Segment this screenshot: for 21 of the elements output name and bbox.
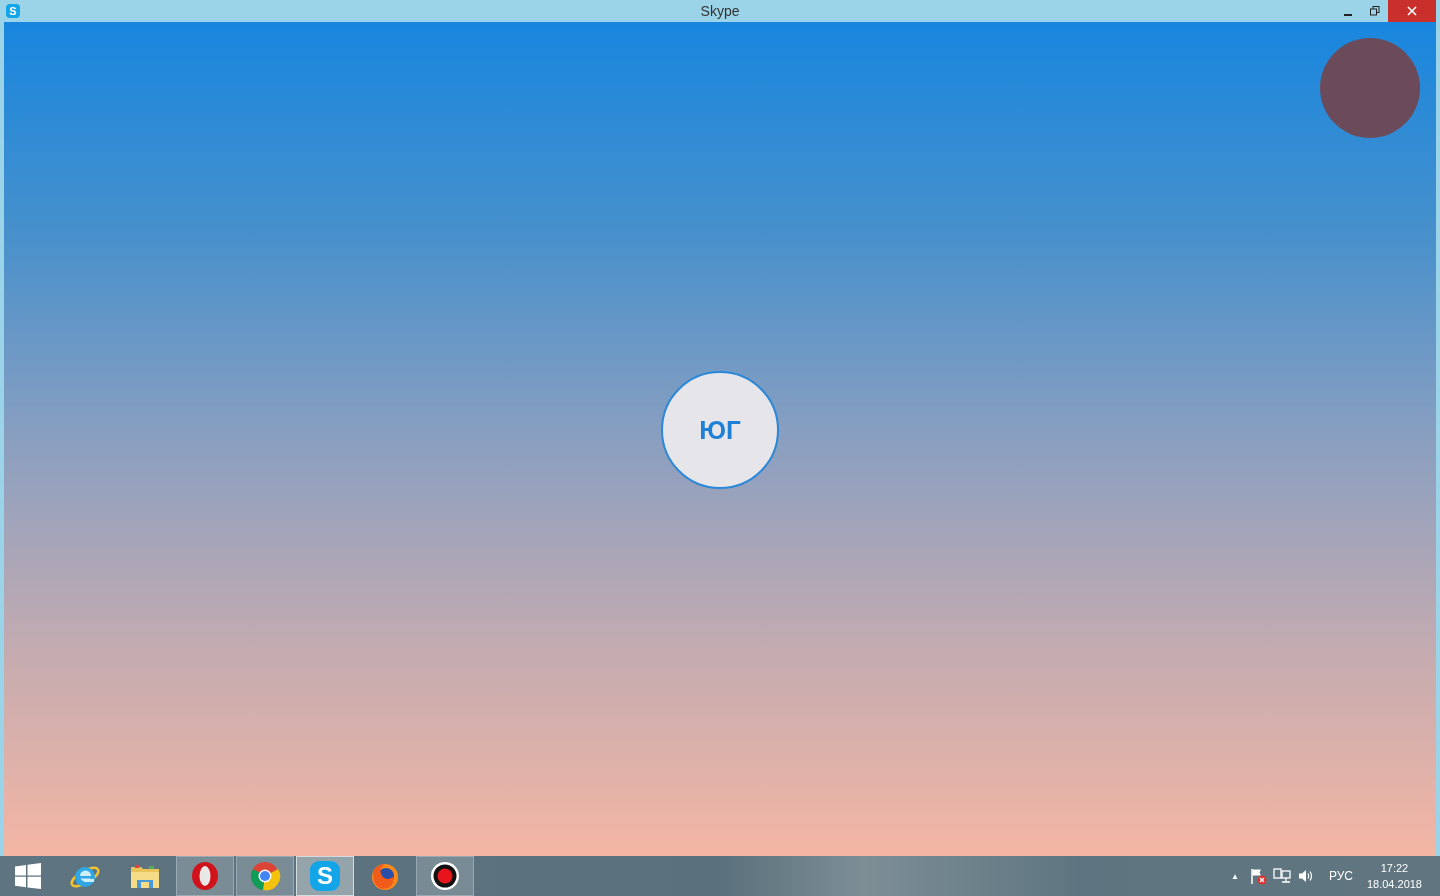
flag-icon[interactable]	[1248, 867, 1267, 885]
network-icon[interactable]	[1272, 867, 1291, 885]
speaker-icon[interactable]	[1296, 867, 1315, 885]
close-icon	[1407, 6, 1417, 16]
language-indicator[interactable]: РУС	[1328, 869, 1353, 883]
window-title: Skype	[700, 3, 740, 19]
show-hidden-icons-button[interactable]: ▲	[1231, 871, 1239, 881]
ring-icon	[189, 860, 221, 892]
clock-date: 18.04.2018	[1366, 877, 1422, 892]
contact-avatar: ЮГ	[661, 371, 779, 489]
clock[interactable]: 17:22 18.04.2018	[1366, 860, 1422, 892]
windows-logo-icon	[15, 863, 41, 889]
taskbar-app-button[interactable]	[416, 856, 474, 896]
taskbar-app-button[interactable]: S	[296, 856, 354, 896]
chrome-icon	[249, 860, 281, 892]
skype-icon: S	[6, 4, 20, 18]
clock-time: 17:22	[1380, 861, 1409, 876]
record-icon	[429, 860, 461, 892]
minimize-icon	[1343, 13, 1352, 16]
skype-icon: S	[310, 861, 340, 891]
restore-icon	[1369, 6, 1380, 16]
